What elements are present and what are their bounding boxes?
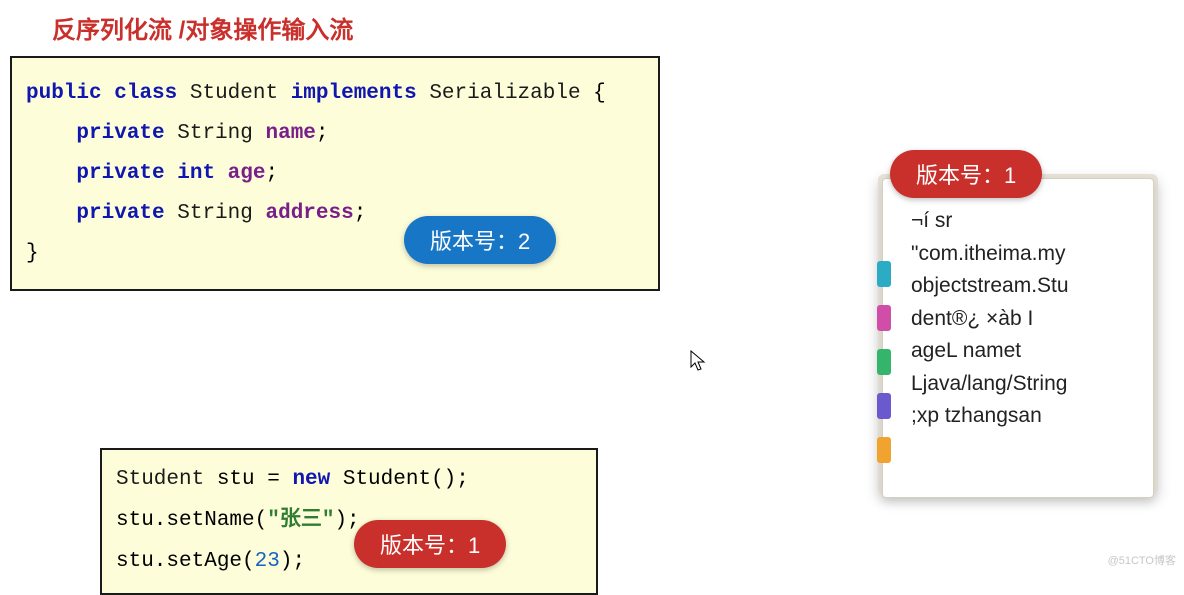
semicolon: ;	[265, 162, 278, 185]
kw-new: new	[292, 468, 330, 491]
semicolon: ;	[354, 202, 367, 225]
string-literal: 张三	[280, 509, 322, 532]
color-tab-icon	[877, 349, 891, 375]
field-name: name	[265, 122, 315, 145]
type-string: String	[177, 202, 253, 225]
kw-private: private	[76, 122, 164, 145]
color-tab-icon	[877, 305, 891, 331]
type-student: Student	[116, 468, 204, 491]
kw-public: public	[26, 82, 102, 105]
serialized-bytes-text: ¬í sr "com.itheima.my objectstream.Stu d…	[911, 205, 1137, 433]
color-tab-icon	[877, 393, 891, 419]
call-setage-post: );	[280, 550, 305, 573]
notepad-content: ¬í sr "com.itheima.my objectstream.Stu d…	[882, 178, 1154, 498]
number-literal: 23	[255, 550, 280, 573]
semicolon: ;	[316, 122, 329, 145]
brace-open: {	[581, 82, 606, 105]
code-block-class-definition: public class Student implements Serializ…	[10, 56, 660, 291]
kw-private: private	[76, 202, 164, 225]
class-name: Student	[190, 82, 278, 105]
iface-name: Serializable	[429, 82, 580, 105]
quote-open: "	[267, 509, 280, 532]
version-badge-1-notepad: 版本号：1	[890, 150, 1042, 198]
field-address: address	[265, 202, 353, 225]
page-title: 反序列化流 /对象操作输入流	[52, 10, 353, 45]
color-tab-icon	[877, 437, 891, 463]
notepad: ¬í sr "com.itheima.my objectstream.Stu d…	[882, 178, 1154, 498]
ctor-call: Student();	[330, 468, 469, 491]
version-badge-1-bottom: 版本号：1	[354, 520, 506, 568]
kw-class: class	[114, 82, 177, 105]
quote-close: "	[322, 509, 335, 532]
call-setname-pre: stu.setName(	[116, 509, 267, 532]
color-tab-icon	[877, 261, 891, 287]
version-badge-2: 版本号：2	[404, 216, 556, 264]
var-decl: stu =	[204, 468, 292, 491]
type-string: String	[177, 122, 253, 145]
cursor-icon	[690, 350, 706, 372]
kw-private: private	[76, 162, 164, 185]
brace-close: }	[26, 242, 39, 265]
kw-implements: implements	[291, 82, 417, 105]
type-int: int	[177, 162, 215, 185]
watermark: @51CTO博客	[1108, 552, 1176, 568]
field-age: age	[228, 162, 266, 185]
call-setname-post: );	[334, 509, 359, 532]
call-setage-pre: stu.setAge(	[116, 550, 255, 573]
code-block-usage: Student stu = new Student(); stu.setName…	[100, 448, 598, 595]
